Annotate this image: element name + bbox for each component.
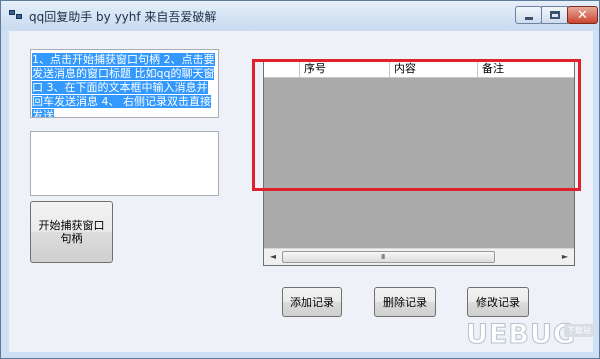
- start-capture-button[interactable]: 开始捕获窗口句柄: [30, 201, 113, 263]
- instructions-textbox[interactable]: 1、点击开始捕获窗口句柄 2、点击要发送消息的窗口标题 比如qq的聊天窗口 3、…: [30, 49, 219, 118]
- edit-record-button[interactable]: 修改记录: [467, 287, 529, 317]
- app-window: qq回复助手 by yyhf 来自吾爱破解 ✕ 1、点击开始捕获窗口句柄 2、点…: [0, 0, 600, 359]
- highlight-annotation: [252, 59, 581, 191]
- watermark-text: UEBUG: [465, 319, 577, 351]
- instructions-text: 1、点击开始捕获窗口句柄 2、点击要发送消息的窗口标题 比如qq的聊天窗口 3、…: [32, 53, 215, 117]
- close-button[interactable]: ✕: [567, 6, 598, 24]
- scroll-thumb[interactable]: III: [282, 251, 495, 263]
- watermark-tag: 下载站: [564, 324, 594, 337]
- window-title: qq回复助手 by yyhf 来自吾爱破解: [29, 10, 217, 24]
- watermark-logo: UEBUG 下载站: [465, 319, 596, 357]
- scroll-grip-icon: III: [381, 253, 385, 261]
- add-record-button[interactable]: 添加记录: [282, 287, 342, 317]
- minimize-icon: [524, 16, 533, 20]
- app-windows-icon: [9, 10, 23, 21]
- close-icon: ✕: [577, 7, 588, 23]
- scroll-right-icon[interactable]: ►: [557, 250, 573, 264]
- message-input[interactable]: [30, 131, 219, 196]
- delete-record-button[interactable]: 删除记录: [374, 287, 436, 317]
- title-bar[interactable]: qq回复助手 by yyhf 来自吾爱破解 ✕: [1, 1, 599, 30]
- horizontal-scrollbar[interactable]: ◄ III ►: [264, 248, 574, 265]
- maximize-button[interactable]: [541, 6, 568, 24]
- maximize-icon: [549, 11, 560, 19]
- minimize-button[interactable]: [515, 6, 542, 24]
- scroll-left-icon[interactable]: ◄: [265, 250, 281, 264]
